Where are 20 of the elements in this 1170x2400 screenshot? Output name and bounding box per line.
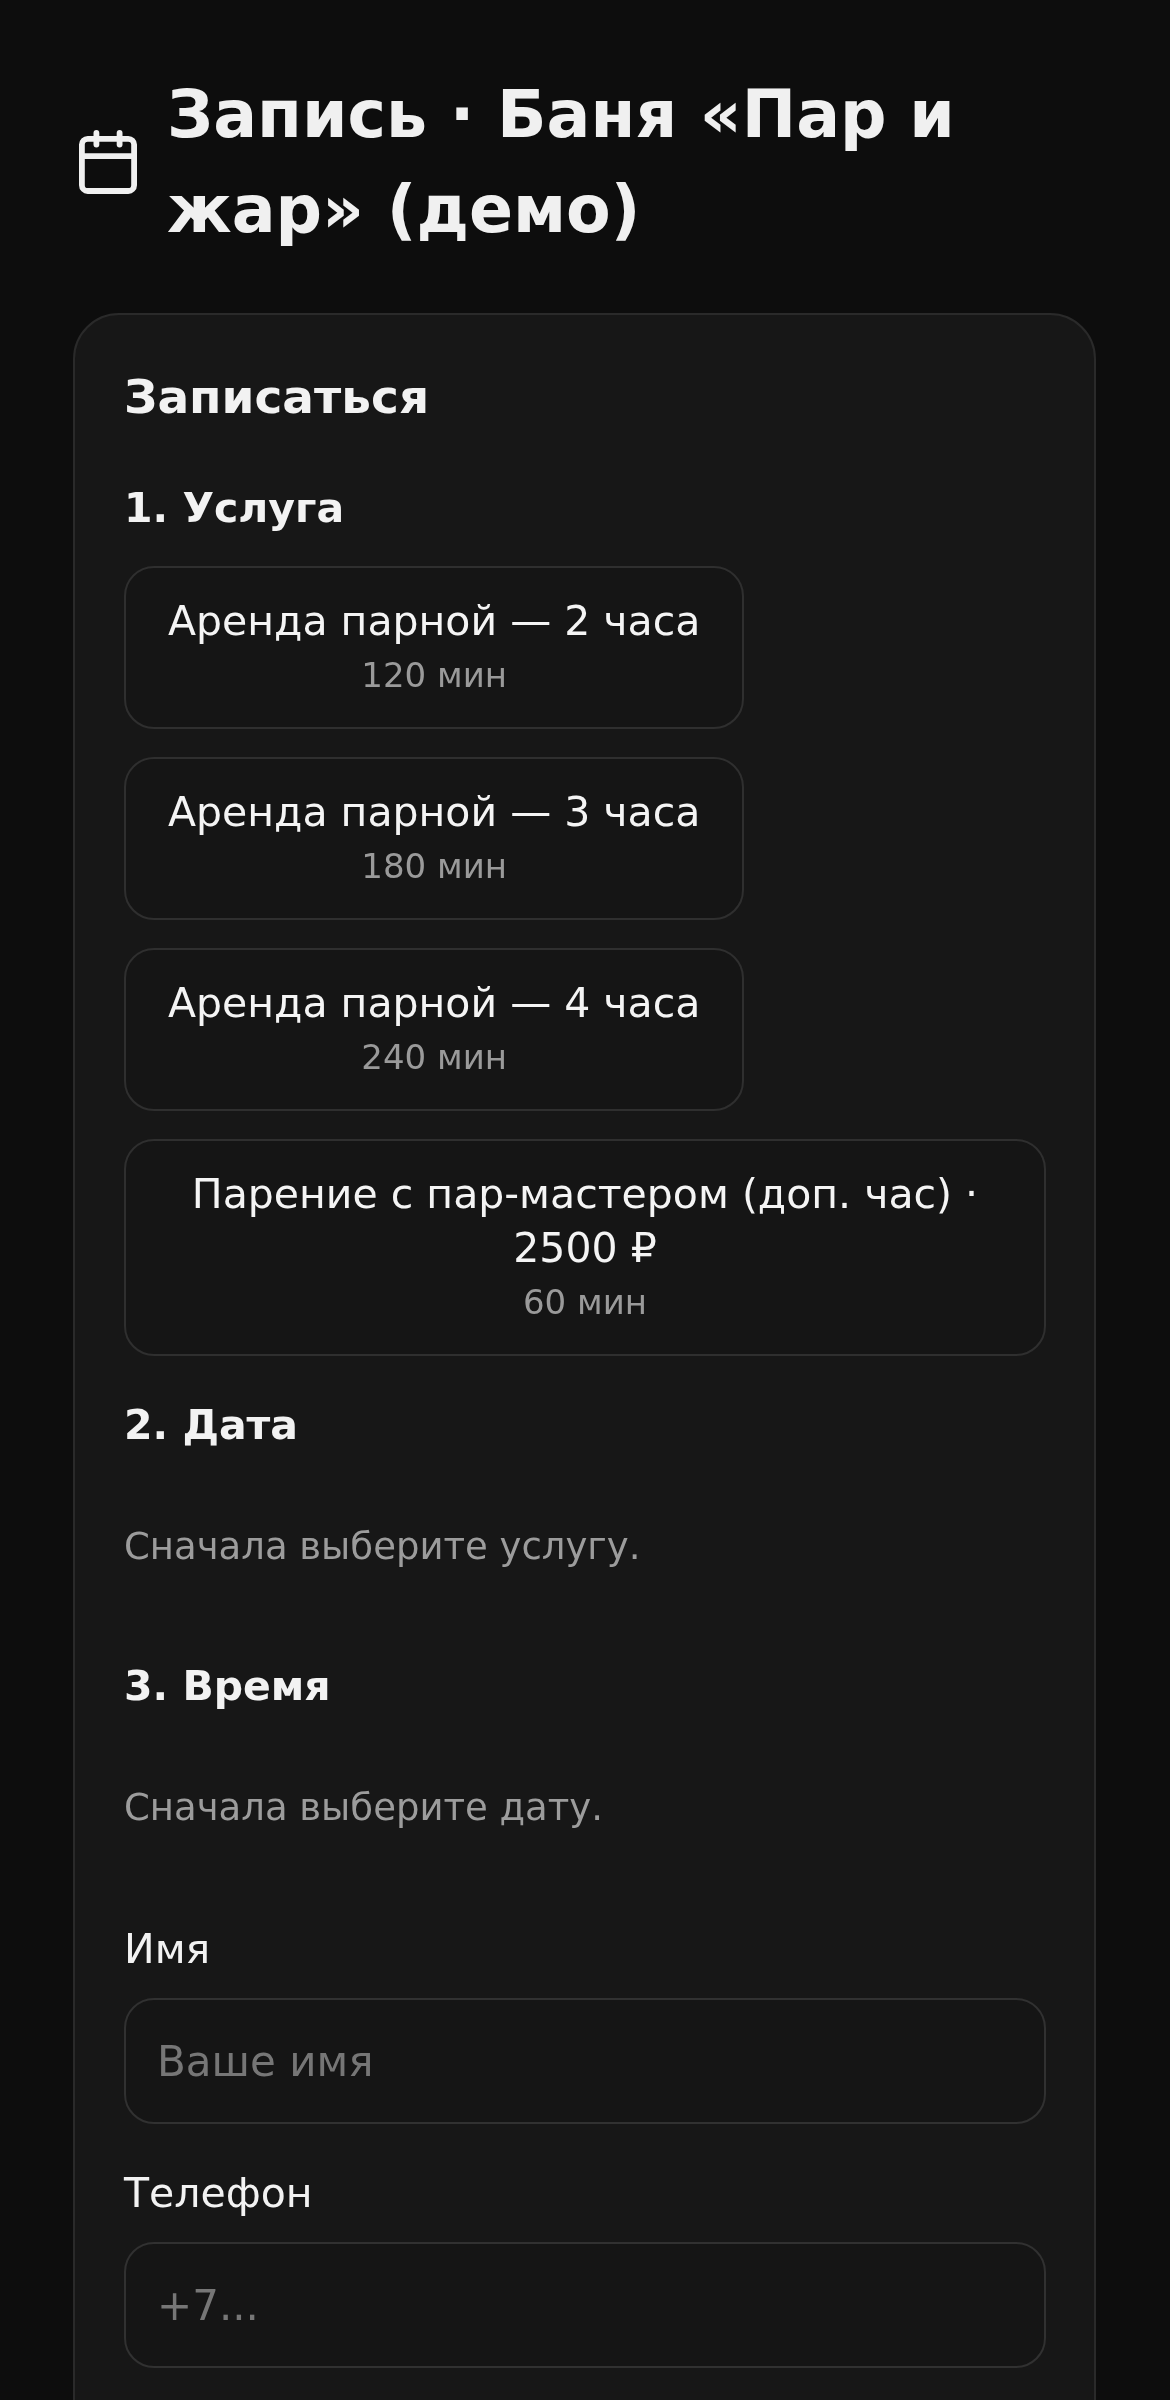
page-title: Запись · Баня «Пар и жар» (демо) (167, 76, 956, 249)
hint-text: Сначала выберите услугу. (124, 1524, 642, 1570)
duration-text: 240 мин (361, 1036, 507, 1079)
duration-text: 60 мин (522, 1281, 647, 1324)
input-field[interactable]: +7... (124, 2242, 1046, 2368)
duration-text: 120 мин (361, 654, 507, 697)
field-label: Имя (124, 1924, 212, 1975)
hint-text: Сначала выберите дату. (124, 1785, 604, 1831)
calendar-icon (79, 130, 137, 194)
field-label: Телефон (124, 2168, 314, 2219)
step-heading: 3. Время (124, 1661, 332, 1711)
service-option[interactable]: Аренда парной — 2 часа 120 мин (124, 566, 745, 729)
step-heading: 1. Услуга (124, 483, 346, 533)
service-option[interactable]: Парение с пар-мастером (доп. час) · 2500 ₽ 60 мин (124, 1139, 1046, 1356)
input-field[interactable]: Ваше имя (124, 1998, 1046, 2124)
card-title: Записаться (124, 368, 431, 426)
service-option[interactable]: Аренда парной — 4 часа 240 мин (124, 948, 745, 1111)
step-heading: 2. Дата (124, 1400, 299, 1450)
duration-text: 180 мин (361, 845, 507, 888)
service-option[interactable]: Аренда парной — 3 часа 180 мин (124, 757, 745, 920)
